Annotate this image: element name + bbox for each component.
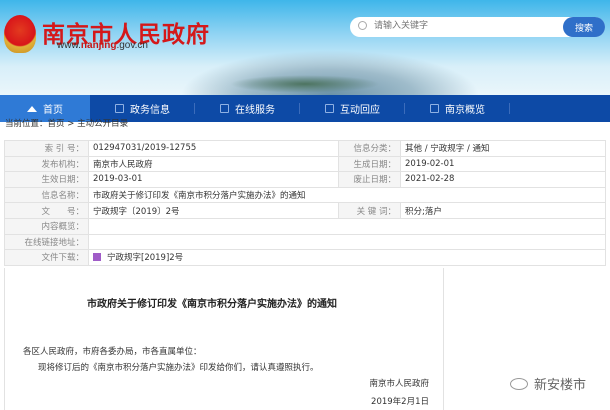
nav-label: 政务信息	[130, 105, 170, 116]
table-row: 索 引 号： 012947031/2019-12755 信息分类： 其他 / 宁政规字…	[4, 140, 606, 157]
document-paragraph: 现将修订后的《南京市积分落户实施办法》印发给你们，请认真遵照执行。	[38, 363, 319, 373]
link-value	[88, 233, 606, 251]
index-value: 012947031/2019-12755	[88, 140, 339, 157]
search-button[interactable]: 搜索	[563, 17, 605, 37]
download-link[interactable]: 宁政规字[2019]2号	[107, 253, 183, 263]
created-value: 2019-02-01	[400, 155, 606, 173]
table-row: 在线链接地址：	[4, 233, 606, 251]
created-label: 生成日期：	[338, 155, 401, 173]
docno-value: 宁政规字〔2019〕2号	[88, 202, 339, 219]
table-row: 文件下载： 宁政规字[2019]2号	[4, 249, 606, 266]
watermark: 新安楼市	[510, 374, 586, 393]
site-header: 南京市人民政府 www.nanjing.gov.cn 搜索	[0, 0, 610, 95]
document-body: 市政府关于修订印发《南京市积分落户实施办法》的通知 各区人民政府，市府各委办局，…	[4, 268, 444, 410]
search-input[interactable]	[374, 20, 524, 30]
building-icon	[430, 104, 439, 113]
download-icon[interactable]	[93, 253, 101, 262]
nav-label: 在线服务	[235, 105, 275, 116]
nav-label: 互动回应	[340, 105, 380, 116]
effective-label: 生效日期：	[4, 171, 89, 188]
thumbs-up-icon	[220, 104, 229, 113]
document-date: 2019年2月1日	[371, 397, 429, 407]
nav-label: 南京概览	[445, 105, 485, 116]
wechat-icon	[510, 377, 528, 390]
publisher-value: 南京市人民政府	[88, 155, 339, 173]
summary-label: 内容概览：	[4, 217, 89, 235]
effective-value: 2019-03-01	[88, 171, 339, 188]
nav-label: 首页	[43, 105, 63, 116]
home-icon	[27, 105, 37, 112]
island-decor	[230, 75, 380, 93]
watermark-text: 新安楼市	[534, 378, 587, 393]
national-emblem-icon	[4, 15, 36, 53]
breadcrumb-home[interactable]: 首页	[48, 119, 65, 129]
keywords-value: 积分;落户	[400, 202, 606, 219]
name-label: 信息名称：	[4, 186, 89, 204]
document-salutation: 各区人民政府，市府各委办局，市各直属单位：	[23, 347, 202, 357]
site-url: www.nanjing.gov.cn	[57, 40, 148, 51]
keywords-label: 关 键 词：	[338, 202, 401, 219]
expire-value: 2021-02-28	[400, 171, 606, 188]
link-label: 在线链接地址：	[4, 233, 89, 251]
table-row: 生效日期： 2019-03-01 废止日期： 2021-02-28	[4, 171, 606, 188]
nav-overview[interactable]: 南京概览	[405, 95, 510, 122]
search-icon	[358, 21, 367, 30]
category-label: 信息分类：	[338, 140, 401, 157]
table-row: 文 号： 宁政规字〔2019〕2号关 键 词： 积分;落户	[4, 202, 606, 219]
nav-online-service[interactable]: 在线服务	[195, 95, 300, 122]
category-value: 其他 / 宁政规字 / 通知	[400, 140, 606, 157]
breadcrumb-separator: >	[67, 119, 75, 129]
expire-label: 废止日期：	[338, 171, 401, 188]
search-box: 搜索	[350, 17, 605, 37]
breadcrumb-label: 当前位置：	[5, 119, 48, 129]
publisher-label: 发布机构：	[4, 155, 89, 173]
document-signer: 南京市人民政府	[369, 379, 429, 389]
table-row: 信息名称： 市政府关于修订印发《南京市积分落户实施办法》的通知	[4, 186, 606, 204]
name-value: 市政府关于修订印发《南京市积分落户实施办法》的通知	[88, 186, 606, 204]
docno-label: 文 号：	[4, 202, 89, 219]
chat-icon	[325, 104, 334, 113]
summary-value	[88, 217, 606, 235]
download-label: 文件下载：	[4, 249, 89, 266]
nav-interaction[interactable]: 互动回应	[300, 95, 405, 122]
breadcrumb: 当前位置：首页 > 主动公开目录	[5, 117, 128, 129]
breadcrumb-current[interactable]: 主动公开目录	[77, 119, 128, 129]
document-icon	[115, 104, 124, 113]
table-row: 发布机构： 南京市人民政府 生成日期： 2019-02-01	[4, 155, 606, 173]
document-title: 市政府关于修订印发《南京市积分落户实施办法》的通知	[87, 299, 337, 310]
info-table: 索 引 号： 012947031/2019-12755 信息分类： 其他 / 宁政规字…	[4, 140, 606, 266]
table-row: 内容概览：	[4, 217, 606, 235]
download-cell: 宁政规字[2019]2号	[88, 249, 606, 266]
index-label: 索 引 号：	[4, 140, 89, 157]
